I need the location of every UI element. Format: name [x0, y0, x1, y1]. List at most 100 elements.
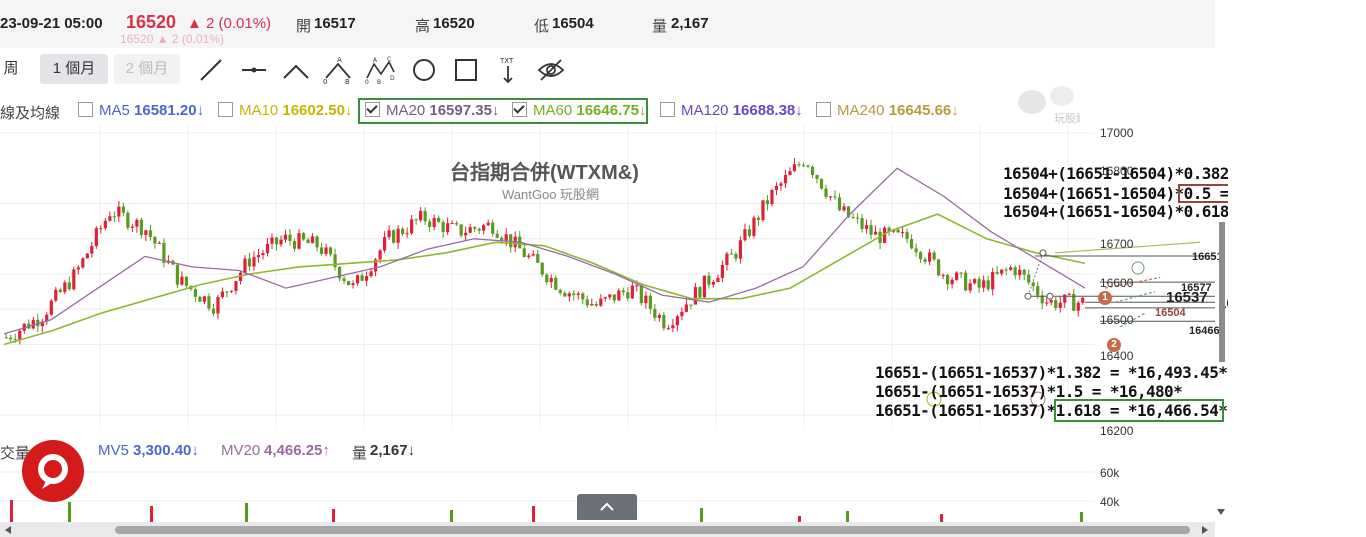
price-scale-handle[interactable]	[1219, 222, 1225, 362]
right-panel	[1228, 0, 1366, 537]
candle-body	[833, 196, 837, 198]
candle-body	[446, 223, 450, 233]
app-fab-button[interactable]	[22, 440, 84, 502]
volume-bar	[1080, 512, 1083, 522]
abcd-pattern-label-c: C	[387, 56, 391, 63]
candle-body	[378, 250, 382, 260]
candle-body	[18, 330, 22, 340]
candle-body	[563, 292, 567, 297]
candle-body	[770, 189, 774, 205]
scroll-left-icon[interactable]	[2, 523, 14, 537]
candle-body	[437, 217, 441, 223]
candle-body	[657, 314, 661, 318]
candle-body	[549, 277, 553, 283]
abcd-pattern-icon[interactable]: A C 0 B D	[365, 56, 395, 84]
candle-body	[193, 289, 198, 297]
fib-anchor-a	[1024, 292, 1032, 300]
volume-bar	[10, 500, 13, 522]
scroll-right-icon[interactable]	[1199, 523, 1211, 537]
fib-1618-highlight-box	[1054, 399, 1224, 422]
trend-angle-icon[interactable]	[281, 56, 311, 84]
volume-bar	[332, 509, 335, 522]
rectangle-tool-icon[interactable]	[451, 56, 481, 84]
candle-body	[315, 236, 319, 248]
low-value: 16504	[552, 15, 594, 32]
volume-bar	[150, 506, 153, 522]
ma240-checkbox[interactable]	[816, 102, 831, 117]
candle-body	[869, 225, 873, 235]
candle-body	[360, 275, 364, 281]
candle-body	[585, 299, 589, 306]
candle-body	[450, 223, 454, 225]
candle-body	[937, 259, 941, 276]
ma60-line	[3, 213, 1086, 346]
candle-body	[689, 304, 693, 306]
candle-body	[1022, 269, 1026, 275]
candle-body	[581, 293, 585, 300]
projection-arrow-2	[1114, 291, 1156, 303]
ma10-toggle[interactable]: MA10 16602.50↓	[218, 102, 352, 119]
ma10-checkbox[interactable]	[218, 102, 233, 117]
candle-body	[220, 291, 225, 298]
candle-body	[410, 219, 414, 234]
period-2-month-button[interactable]: 2 個月	[114, 54, 180, 84]
ma120-toggle[interactable]: MA120 16688.38↓	[660, 102, 803, 119]
candle-body	[464, 232, 468, 236]
candle-body	[509, 234, 513, 248]
candle-body	[459, 224, 463, 236]
candle-body	[211, 308, 216, 314]
horizontal-line-icon[interactable]	[239, 56, 269, 84]
volume-bar	[532, 506, 535, 522]
level-16504: 16504	[1155, 307, 1186, 319]
collapse-panel-button[interactable]	[577, 494, 637, 520]
ma5-toggle[interactable]: MA5 16581.20↓	[78, 102, 204, 119]
candle-body	[680, 311, 684, 317]
high-label: 高	[415, 18, 431, 35]
abcd-pattern-label-0: 0	[365, 79, 369, 84]
candle-body	[1045, 302, 1049, 304]
candle-body	[815, 175, 819, 179]
point-2-badge: 2	[1107, 338, 1121, 352]
chart-title: 台指期合併(WTXM&)	[450, 162, 639, 184]
candle-body	[85, 253, 89, 259]
candle-body	[328, 247, 333, 255]
scroll-down-icon[interactable]	[1215, 505, 1227, 519]
text-tool-icon[interactable]: TXT	[493, 56, 523, 84]
abc-pattern-icon[interactable]: A 0 B	[323, 56, 353, 84]
quote-change: ▲ 2 (0.01%)	[187, 15, 272, 32]
candle-body	[392, 230, 396, 243]
ma120-checkbox[interactable]	[660, 102, 675, 117]
candle-body	[126, 212, 130, 228]
scrollbar-thumb[interactable]	[115, 526, 1190, 534]
abcd-pattern-label-b: B	[377, 79, 381, 84]
candle-body	[261, 253, 265, 256]
candle-body	[752, 217, 756, 236]
period-1-month-button[interactable]: 1 個月	[40, 54, 108, 84]
quote-ghost-text: 16520 ▲ 2 (0.01%)	[120, 32, 224, 46]
hide-drawings-icon[interactable]	[536, 56, 566, 84]
period-week-button[interactable]: 周	[0, 54, 22, 84]
candle-body	[743, 229, 747, 241]
chevron-up-icon	[600, 502, 614, 511]
candle-body	[184, 276, 189, 286]
volume-bar	[700, 508, 703, 522]
candle-body	[707, 275, 711, 285]
candle-body	[734, 254, 738, 259]
candle-body	[369, 271, 373, 277]
candle-body	[401, 228, 405, 234]
candle-body	[527, 255, 531, 258]
candle-body	[1004, 269, 1008, 271]
ma5-checkbox[interactable]	[78, 102, 93, 117]
y-tick-16500: 16500	[1100, 313, 1134, 327]
candle-body	[175, 264, 180, 285]
level-16537: 16537	[1166, 289, 1208, 306]
chat-bubble-icon	[38, 454, 68, 489]
candle-body	[423, 210, 427, 222]
line-tool-icon[interactable]	[196, 56, 226, 84]
ma240-toggle[interactable]: MA240 16645.66↓	[816, 102, 959, 119]
candle-body	[991, 271, 995, 290]
volume-label: 量	[652, 18, 668, 35]
candle-body	[923, 259, 927, 262]
candle-body	[536, 254, 540, 263]
circle-tool-icon[interactable]	[409, 56, 439, 84]
